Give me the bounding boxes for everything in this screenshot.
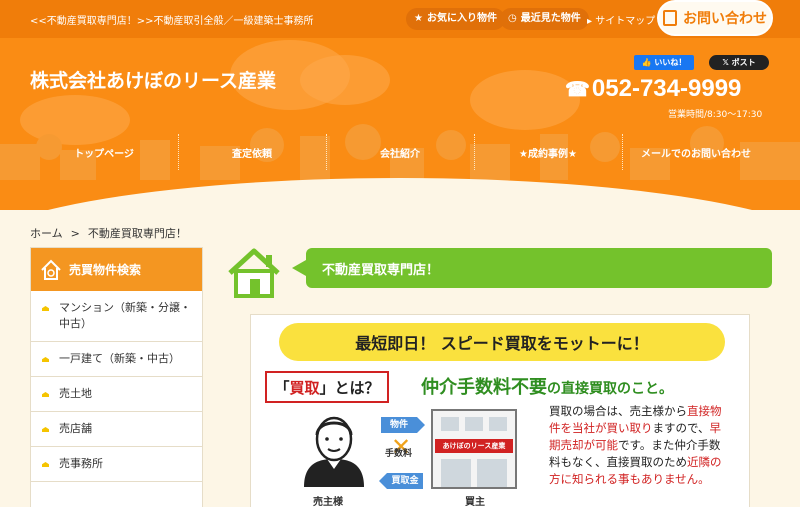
cloud-decoration [300,55,390,105]
store-sign: あけぼのリース産業 [435,439,513,453]
kaitori-question: 「買取 」とは？ [265,371,389,403]
breadcrumb-home[interactable]: ホーム [30,227,63,240]
star-icon: ★ [414,13,423,24]
history-icon: ◷ [508,13,517,24]
main-nav: トップページ 査定依頼 会社紹介 ★成約事例★ メールでのお問い合わせ [30,130,770,174]
breadcrumb: ホーム > 不動産買取専門店！ [30,227,187,240]
facebook-like-button[interactable]: 👍 いいね！ [634,55,694,70]
nav-top-page[interactable]: トップページ [30,130,178,174]
site-header: <<不動産買取専門店！>>不動産取引全般／一級建築士事務所 ★ お気に入り物件 ◷… [0,0,800,210]
sidebar-item-mansion[interactable]: マンション（新築・分譲・中古） [31,291,202,342]
green-house-icon [228,248,280,298]
seller-label: 売主様 [313,497,343,507]
thumbs-up-icon: 👍 [641,58,652,67]
x-icon: 𝕏 [722,58,729,67]
property-arrow: 物件 [381,417,425,433]
header-wave [0,178,800,210]
company-logo[interactable]: 株式会社あけぼのリース産業 [30,66,276,93]
sidebar-item-office[interactable]: 売事務所 [31,447,202,482]
site-tagline: <<不動産買取専門店！>>不動産取引全般／一級建築士事務所 [30,16,314,27]
document-icon [663,10,677,26]
sidebar: 売買物件検索 マンション（新築・分譲・中古） 一戸建て（新築・中古） 売土地 売… [30,247,203,507]
banner-headline: 最短即日！ スピード買取をモットーに！ [279,323,725,361]
kaitori-description: 買取の場合は、売主様から直接物件を当社が買い取りますので、早期売却が可能です。ま… [549,404,722,486]
sidebar-item-land[interactable]: 売土地 [31,377,202,412]
nav-company[interactable]: 会社紹介 [326,130,474,174]
no-fee-line: 仲介手数料不要の直接買取のこと。 [421,377,673,398]
fee-label: 手数料 [385,449,413,459]
money-arrow: 買取金 [379,473,423,489]
page-title: 不動産買取専門店！ [292,248,772,288]
phone-number: ☎052-734-9999 [565,75,742,102]
sitemap-link[interactable]: ▸ サイトマップ [587,12,655,27]
sidebar-item-house[interactable]: 一戸建て（新築・中古） [31,342,202,377]
x-post-button[interactable]: 𝕏 ポスト [709,55,769,70]
seller-person-icon [304,416,364,487]
house-search-icon [41,259,61,280]
sidebar-header: 売買物件検索 [31,248,202,291]
sidebar-item-store[interactable]: 売店舗 [31,412,202,447]
phone-icon: ☎ [565,79,590,101]
store-building-icon: あけぼのリース産業 [431,409,517,489]
favorites-button[interactable]: ★ お気に入り物件 [406,8,505,30]
nav-mail-contact[interactable]: メールでのお問い合わせ [622,130,770,174]
buyer-label: 買主 [465,497,485,507]
contact-button[interactable]: お問い合わせ [657,0,773,36]
business-hours: 営業時間/8:30〜17:30 [668,110,763,120]
kaitori-banner: 最短即日！ スピード買取をモットーに！ 「買取 」とは？ 仲介手数料不要の直接買取… [250,314,750,507]
recent-button[interactable]: ◷ 最近見た物件 [500,8,589,30]
breadcrumb-current: 不動産買取専門店！ [87,227,187,240]
nav-cases[interactable]: ★成約事例★ [474,130,622,174]
nav-assessment[interactable]: 査定依頼 [178,130,326,174]
